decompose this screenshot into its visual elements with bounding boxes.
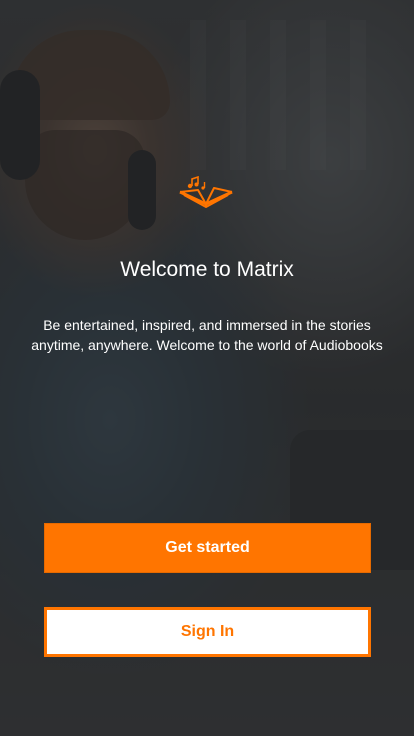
open-book-music-icon bbox=[179, 176, 233, 208]
description-line-1: Be entertained, inspired, and immersed i… bbox=[43, 317, 371, 333]
welcome-screen: Welcome to Matrix Be entertained, inspir… bbox=[0, 0, 414, 736]
get-started-button[interactable]: Get started bbox=[44, 523, 371, 573]
welcome-description: Be entertained, inspired, and immersed i… bbox=[20, 315, 394, 355]
description-line-2: anytime, anywhere. Welcome to the world … bbox=[31, 337, 383, 353]
sign-in-button[interactable]: Sign In bbox=[44, 607, 371, 657]
welcome-title: Welcome to Matrix bbox=[120, 258, 294, 281]
